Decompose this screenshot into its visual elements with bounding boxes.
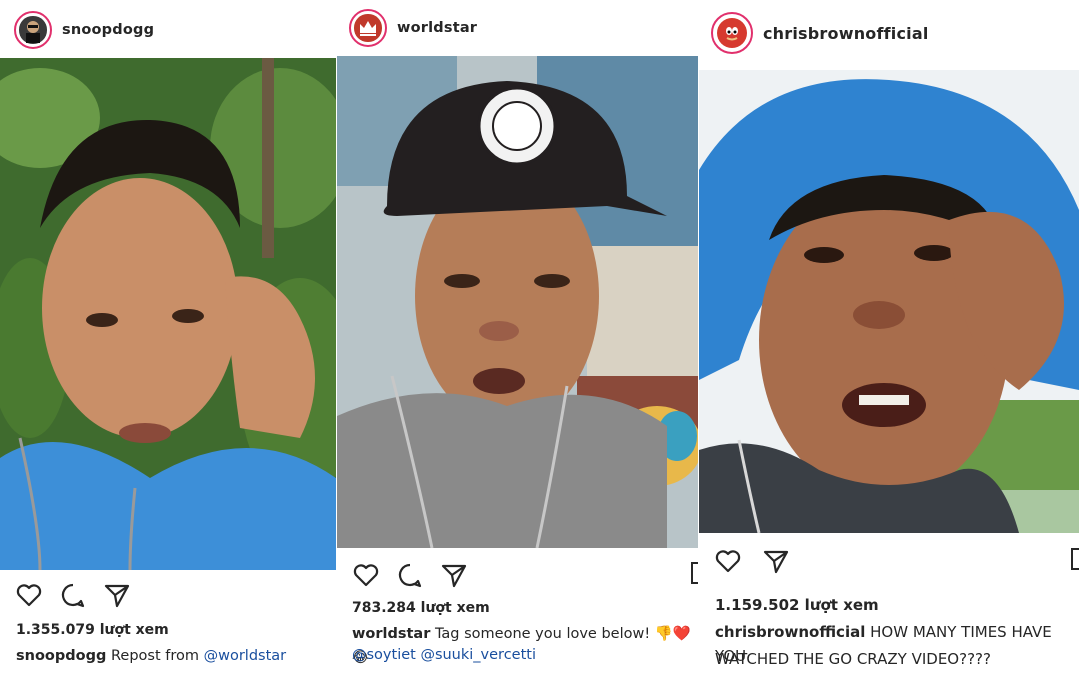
action-bar	[351, 560, 483, 590]
view-count[interactable]: 1.355.079 lượt xem	[16, 622, 169, 638]
post-video[interactable]	[699, 70, 1079, 533]
like-button[interactable]	[351, 560, 381, 590]
caption: snoopdogg Repost from @worldstar	[16, 644, 286, 668]
bookmark-icon[interactable]	[691, 562, 698, 584]
like-button[interactable]	[14, 580, 44, 610]
action-bar	[713, 546, 805, 576]
username[interactable]: snoopdogg	[62, 22, 154, 38]
username[interactable]: worldstar	[397, 20, 477, 36]
share-icon	[441, 564, 467, 588]
heart-icon	[353, 564, 379, 587]
snoopdogg-avatar-icon	[19, 16, 47, 44]
share-icon	[104, 584, 130, 608]
heart-icon	[16, 584, 42, 607]
heart-icon	[715, 550, 741, 573]
knuckles-avatar-icon	[716, 17, 748, 49]
bookmark-icon[interactable]	[1071, 548, 1079, 570]
caption-mention[interactable]: @soytiet	[352, 647, 416, 663]
caption-text-line2: WATCHED THE GO CRAZY VIDEO????	[715, 650, 991, 668]
worldstar-crown-icon	[354, 14, 382, 42]
post-header: worldstar	[337, 6, 698, 50]
action-bar	[14, 580, 146, 610]
share-button[interactable]	[102, 580, 132, 610]
like-button[interactable]	[713, 546, 743, 576]
view-count[interactable]: 783.284 lượt xem	[352, 600, 490, 616]
caption-username[interactable]: worldstar	[352, 626, 430, 642]
post-chrisbrownofficial: chrisbrownofficial 1.159.502 lượt xem ch…	[699, 0, 1079, 675]
comment-button[interactable]	[395, 560, 425, 590]
comment-icon	[398, 563, 422, 588]
caption-text: Repost from	[110, 648, 204, 664]
avatar[interactable]	[711, 12, 753, 54]
caption-mentions: @soytiet @suuki_vercetti	[352, 647, 536, 663]
post-header: snoopdogg	[0, 8, 336, 52]
caption-mention[interactable]: @worldstar	[204, 648, 287, 664]
username[interactable]: chrisbrownofficial	[763, 24, 929, 43]
post-video[interactable]	[0, 58, 336, 570]
view-count[interactable]: 1.159.502 lượt xem	[715, 596, 879, 614]
comment-icon	[61, 583, 85, 608]
share-button[interactable]	[439, 560, 469, 590]
post-header: chrisbrownofficial	[699, 8, 1079, 58]
comment-button[interactable]	[58, 580, 88, 610]
post-worldstar: worldstar 783.284 lượt xem worldstar Tag…	[337, 0, 698, 675]
caption-username[interactable]: chrisbrownofficial	[715, 623, 865, 641]
share-button[interactable]	[761, 546, 791, 576]
post-snoopdogg: snoopdogg 1.355.079 lượt xem snoopdogg R…	[0, 0, 336, 675]
avatar[interactable]	[14, 11, 52, 49]
caption-username[interactable]: snoopdogg	[16, 648, 106, 664]
share-icon	[763, 550, 789, 574]
avatar[interactable]	[349, 9, 387, 47]
caption-mention[interactable]: @suuki_vercetti	[420, 647, 536, 663]
post-video[interactable]	[337, 56, 698, 548]
